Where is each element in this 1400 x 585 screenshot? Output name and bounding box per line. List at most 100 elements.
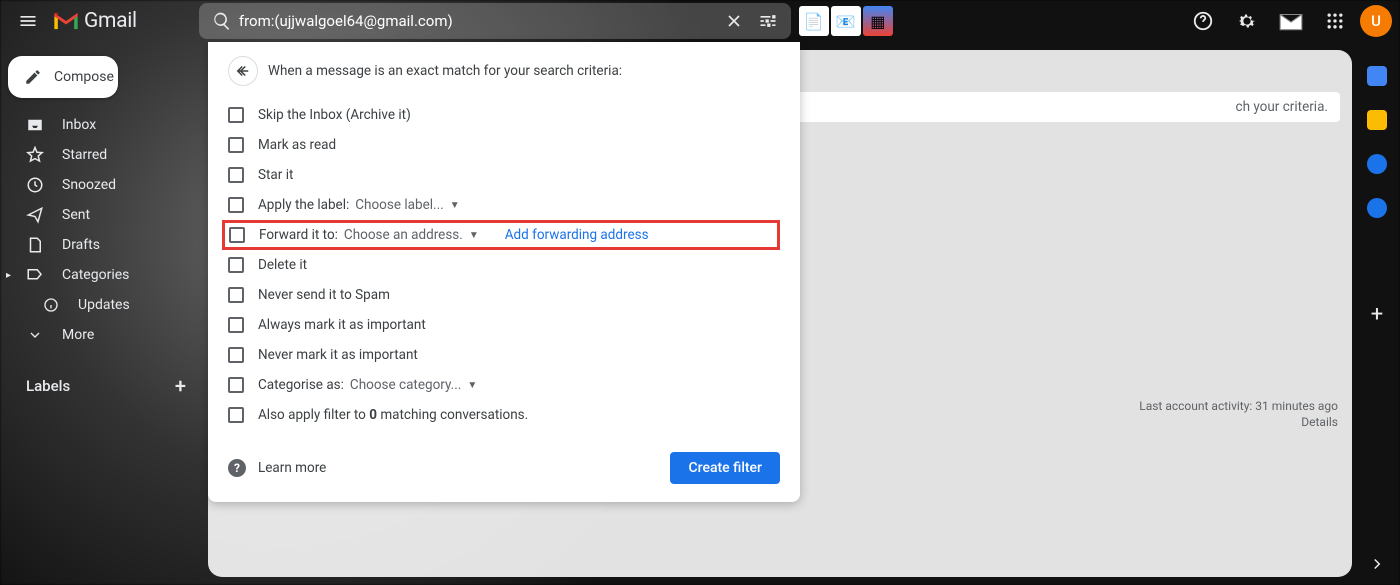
- mail-status-button[interactable]: [1272, 2, 1310, 40]
- extension-icon-2[interactable]: 📧: [831, 6, 861, 36]
- nav-inbox[interactable]: Inbox: [0, 110, 200, 140]
- checkbox-never-spam[interactable]: [228, 287, 244, 303]
- compose-button[interactable]: Compose: [8, 56, 118, 98]
- filter-option-categorise[interactable]: Categorise as: Choose category... ▼: [228, 370, 780, 400]
- calendar-addon-button[interactable]: [1367, 66, 1387, 86]
- caret-right-icon: ▸: [6, 270, 11, 281]
- search-options-button[interactable]: [751, 4, 785, 38]
- get-addons-button[interactable]: +: [1371, 302, 1383, 327]
- never-spam-label: Never send it to Spam: [258, 287, 390, 303]
- checkbox-categorise[interactable]: [228, 377, 244, 393]
- always-important-label: Always mark it as important: [258, 317, 426, 333]
- google-apps-button[interactable]: [1316, 2, 1354, 40]
- inbox-icon: [26, 116, 44, 134]
- also-apply-text: Also apply filter to 0 matching conversa…: [258, 407, 528, 423]
- filter-option-star[interactable]: Star it: [228, 160, 780, 190]
- filter-option-also-apply[interactable]: Also apply filter to 0 matching conversa…: [228, 400, 780, 430]
- caret-down-icon: ▼: [467, 380, 477, 391]
- settings-button[interactable]: [1228, 2, 1266, 40]
- pencil-icon: [24, 68, 42, 86]
- arrow-left-icon: [234, 62, 252, 80]
- filter-option-never-spam[interactable]: Never send it to Spam: [228, 280, 780, 310]
- also-apply-suffix: matching conversations.: [377, 407, 528, 423]
- search-button[interactable]: [205, 4, 239, 38]
- extension-icon-1[interactable]: 📄: [799, 6, 829, 36]
- gear-icon: [1236, 10, 1258, 32]
- checkbox-also-apply[interactable]: [228, 407, 244, 423]
- nav-drafts[interactable]: Drafts: [0, 230, 200, 260]
- nav-sent[interactable]: Sent: [0, 200, 200, 230]
- checkbox-delete[interactable]: [228, 257, 244, 273]
- chevron-right-icon: [1368, 555, 1386, 573]
- document-icon: [26, 236, 44, 254]
- right-side-panel: +: [1354, 50, 1400, 585]
- search-input[interactable]: [239, 12, 717, 30]
- filter-option-always-important[interactable]: Always mark it as important: [228, 310, 780, 340]
- nav-updates[interactable]: Updates: [0, 290, 200, 320]
- nav-starred[interactable]: Starred: [0, 140, 200, 170]
- filter-option-skip-inbox[interactable]: Skip the Inbox (Archive it): [228, 100, 780, 130]
- choose-label-text: Choose label...: [355, 197, 443, 213]
- checkbox-mark-read[interactable]: [228, 137, 244, 153]
- main-menu-button[interactable]: [8, 1, 48, 41]
- checkbox-skip-inbox[interactable]: [228, 107, 244, 123]
- details-link[interactable]: Details: [1139, 415, 1338, 429]
- nav-categories[interactable]: ▸ Categories: [0, 260, 200, 290]
- support-button[interactable]: [1184, 2, 1222, 40]
- tasks-addon-button[interactable]: [1367, 154, 1387, 174]
- add-forwarding-address-link[interactable]: Add forwarding address: [505, 227, 649, 243]
- labels-heading-text: Labels: [26, 377, 70, 395]
- nav-categories-label: Categories: [62, 267, 129, 283]
- hamburger-icon: [18, 11, 38, 31]
- clear-search-button[interactable]: [717, 4, 751, 38]
- help-icon: ?: [228, 459, 246, 477]
- account-avatar[interactable]: U: [1360, 5, 1392, 37]
- choose-category-dropdown[interactable]: Choose category... ▼: [350, 377, 477, 393]
- choose-address-dropdown[interactable]: Choose an address. ▼: [344, 227, 479, 243]
- filter-option-mark-read[interactable]: Mark as read: [228, 130, 780, 160]
- skip-inbox-label: Skip the Inbox (Archive it): [258, 107, 411, 123]
- choose-address-text: Choose an address.: [344, 227, 463, 243]
- collapse-panel-button[interactable]: [1368, 555, 1386, 573]
- contacts-addon-button[interactable]: [1367, 198, 1387, 218]
- checkbox-star[interactable]: [228, 167, 244, 183]
- learn-more-link[interactable]: ? Learn more: [228, 459, 326, 477]
- caret-down-icon: ▼: [469, 230, 479, 241]
- compose-label: Compose: [54, 69, 114, 85]
- choose-label-dropdown[interactable]: Choose label... ▼: [355, 197, 459, 213]
- filter-option-forward[interactable]: Forward it to: Choose an address. ▼ Add …: [222, 220, 780, 250]
- create-filter-button[interactable]: Create filter: [670, 452, 780, 484]
- learn-more-text: Learn more: [258, 460, 326, 476]
- envelope-icon: [1278, 10, 1304, 32]
- tune-icon: [758, 11, 778, 31]
- add-label-button[interactable]: +: [175, 374, 186, 398]
- star-icon: [26, 146, 44, 164]
- filter-option-apply-label[interactable]: Apply the label: Choose label... ▼: [228, 190, 780, 220]
- filter-dialog-heading: When a message is an exact match for you…: [268, 63, 622, 79]
- nav-snoozed[interactable]: Snoozed: [0, 170, 200, 200]
- extension-icon-3[interactable]: ▦: [863, 6, 893, 36]
- help-icon: [1192, 10, 1214, 32]
- checkbox-apply-label[interactable]: [228, 197, 244, 213]
- chevron-down-icon: [26, 326, 44, 344]
- criteria-message-text: ch your criteria.: [1236, 99, 1328, 115]
- labels-heading: Labels +: [0, 374, 200, 398]
- nav-snoozed-label: Snoozed: [62, 177, 116, 193]
- checkbox-never-important[interactable]: [228, 347, 244, 363]
- checkbox-always-important[interactable]: [228, 317, 244, 333]
- header: Gmail 📄 📧 ▦ U: [0, 0, 1400, 42]
- header-right: U: [1184, 2, 1392, 40]
- nav-more[interactable]: More: [0, 320, 200, 350]
- filter-option-never-important[interactable]: Never mark it as important: [228, 340, 780, 370]
- filter-option-delete[interactable]: Delete it: [228, 250, 780, 280]
- forward-to-label: Forward it to:: [259, 227, 338, 243]
- nav-sent-label: Sent: [62, 207, 90, 223]
- tag-icon: [26, 266, 44, 284]
- gmail-logo-text: Gmail: [84, 9, 137, 33]
- extension-icons: 📄 📧 ▦: [799, 6, 893, 36]
- gmail-logo[interactable]: Gmail: [52, 9, 137, 33]
- checkbox-forward[interactable]: [229, 227, 245, 243]
- back-button[interactable]: [228, 56, 258, 86]
- keep-addon-button[interactable]: [1367, 110, 1387, 130]
- nav-inbox-label: Inbox: [62, 117, 96, 133]
